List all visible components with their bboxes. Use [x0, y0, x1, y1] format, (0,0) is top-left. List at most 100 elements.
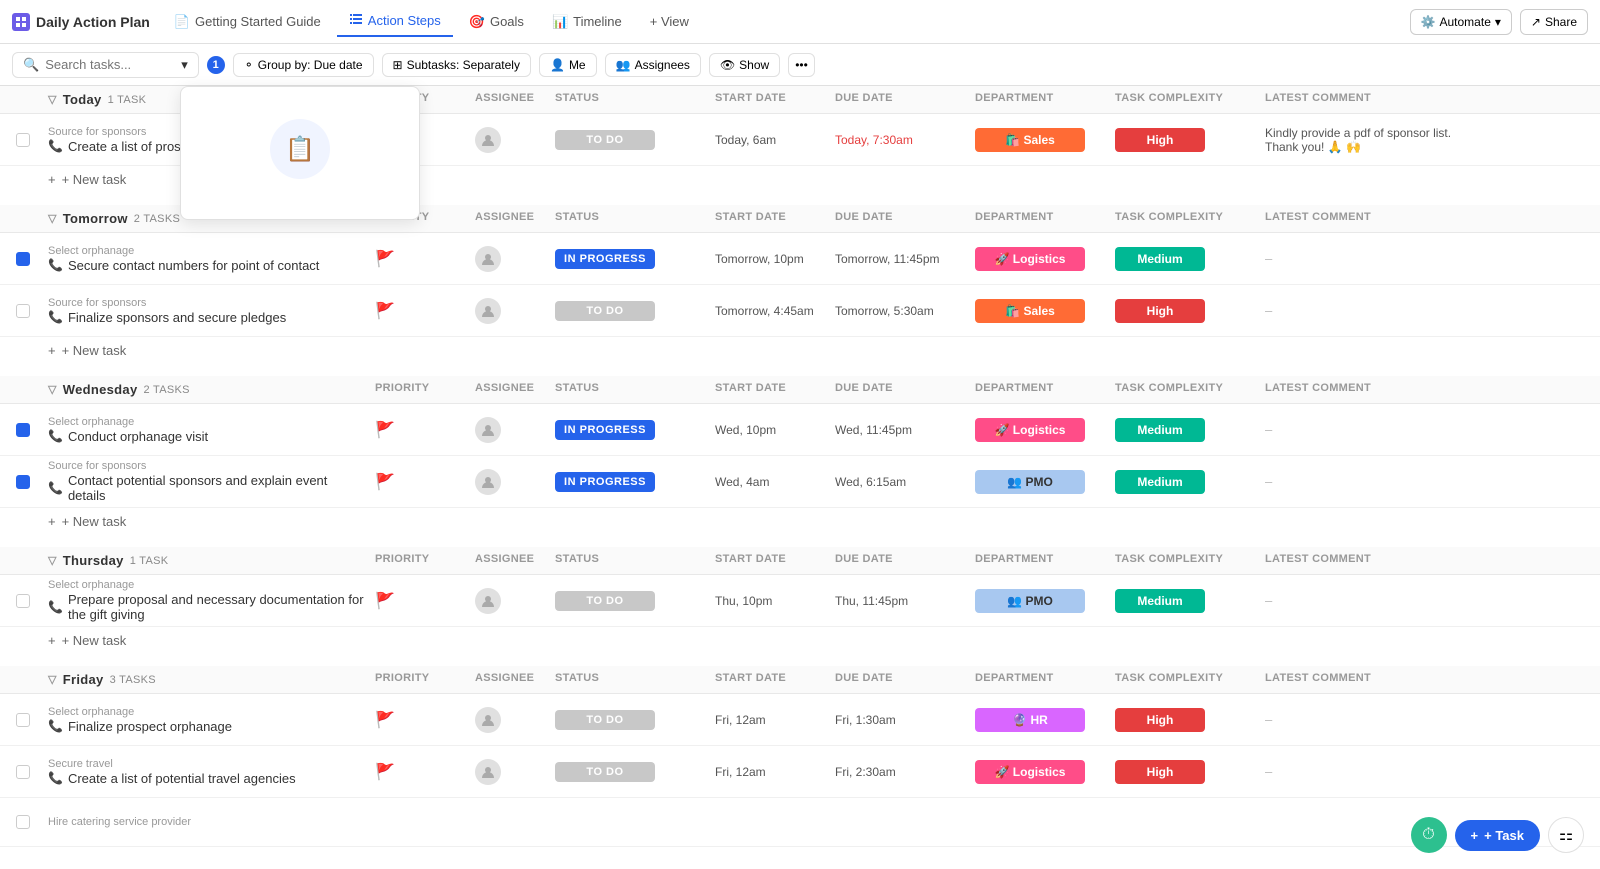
checkbox-cell[interactable]	[12, 711, 44, 729]
tab-action-steps[interactable]: Action Steps	[337, 6, 453, 37]
task-checkbox[interactable]	[16, 713, 30, 727]
checkbox-cell[interactable]	[12, 302, 44, 320]
checkbox-cell[interactable]	[12, 250, 44, 268]
tab-getting-started[interactable]: 📄 Getting Started Guide	[162, 8, 333, 36]
automate-button[interactable]: ⚙️ Automate ▾	[1410, 9, 1512, 35]
collapse-icon[interactable]: ▽	[48, 93, 57, 106]
timer-button[interactable]: ⏱	[1411, 817, 1447, 853]
priority-flag-icon[interactable]: 🚩	[375, 249, 395, 269]
task-name[interactable]: 📞 Secure contact numbers for point of co…	[48, 258, 367, 273]
status-cell[interactable]: TO DO	[551, 760, 711, 784]
complexity-badge[interactable]: Medium	[1115, 470, 1205, 494]
status-badge[interactable]: TO DO	[555, 130, 655, 150]
task-checkbox[interactable]	[16, 423, 30, 437]
task-name[interactable]: 📞 Prepare proposal and necessary documen…	[48, 592, 367, 622]
complexity-badge[interactable]: High	[1115, 299, 1205, 323]
complexity-badge[interactable]: High	[1115, 128, 1205, 152]
status-badge[interactable]: IN PROGRESS	[555, 472, 655, 492]
department-badge[interactable]: 🚀 Logistics	[975, 247, 1085, 271]
task-checkbox[interactable]	[16, 815, 30, 829]
status-cell[interactable]: IN PROGRESS	[551, 247, 711, 271]
task-name[interactable]: 📞 Conduct orphanage visit	[48, 429, 367, 444]
collapse-icon[interactable]: ▽	[48, 673, 57, 686]
checkbox-cell[interactable]	[12, 473, 44, 491]
apps-button[interactable]: ⚏	[1548, 817, 1584, 853]
tab-add-view[interactable]: + View	[638, 8, 701, 35]
complexity-badge[interactable]: High	[1115, 708, 1205, 732]
complexity-badge[interactable]: Medium	[1115, 589, 1205, 613]
more-options-button[interactable]: •••	[788, 53, 815, 77]
collapse-icon[interactable]: ▽	[48, 554, 57, 567]
status-cell[interactable]: TO DO	[551, 708, 711, 732]
avatar[interactable]	[475, 298, 501, 324]
me-button[interactable]: 👤 Me	[539, 53, 597, 77]
filter-count-badge[interactable]: 1	[207, 56, 225, 74]
complexity-badge[interactable]: High	[1115, 760, 1205, 784]
subtasks-button[interactable]: ⊞ Subtasks: Separately	[382, 53, 531, 77]
tab-goals[interactable]: 🎯 Goals	[457, 8, 536, 36]
show-button[interactable]: 👁 Show	[709, 53, 780, 77]
status-badge[interactable]: TO DO	[555, 762, 655, 782]
status-cell[interactable]: IN PROGRESS	[551, 418, 711, 442]
add-task-tomorrow[interactable]: + + New task	[0, 337, 1600, 368]
share-button[interactable]: ↗ Share	[1520, 9, 1588, 35]
department-badge[interactable]: 🚀 Logistics	[975, 418, 1085, 442]
department-badge[interactable]: 👥 PMO	[975, 470, 1085, 494]
department-badge[interactable]: 🚀 Logistics	[975, 760, 1085, 784]
chevron-down-icon[interactable]: ▾	[181, 57, 188, 73]
task-checkbox[interactable]	[16, 133, 30, 147]
avatar[interactable]	[475, 469, 501, 495]
avatar[interactable]	[475, 246, 501, 272]
tab-timeline[interactable]: 📊 Timeline	[540, 8, 634, 36]
checkbox-cell[interactable]	[12, 763, 44, 781]
task-checkbox[interactable]	[16, 594, 30, 608]
add-task-wednesday[interactable]: + + New task	[0, 508, 1600, 539]
priority-flag-icon[interactable]: 🚩	[375, 591, 395, 611]
checkbox-cell[interactable]	[12, 813, 44, 831]
collapse-icon[interactable]: ▽	[48, 383, 57, 396]
add-task-button[interactable]: + + Task	[1455, 820, 1540, 851]
checkbox-cell[interactable]	[12, 421, 44, 439]
task-name[interactable]: 📞 Finalize sponsors and secure pledges	[48, 310, 367, 325]
search-box[interactable]: 🔍 ▾	[12, 52, 199, 78]
avatar[interactable]	[475, 127, 501, 153]
status-badge[interactable]: TO DO	[555, 591, 655, 611]
department-badge[interactable]: 🛍️ Sales	[975, 128, 1085, 152]
avatar[interactable]	[475, 588, 501, 614]
complexity-badge[interactable]: Medium	[1115, 418, 1205, 442]
status-badge[interactable]: TO DO	[555, 301, 655, 321]
avatar[interactable]	[475, 759, 501, 785]
avatar[interactable]	[475, 417, 501, 443]
complexity-badge[interactable]: Medium	[1115, 247, 1205, 271]
status-badge[interactable]: IN PROGRESS	[555, 249, 655, 269]
collapse-icon[interactable]: ▽	[48, 212, 57, 225]
task-checkbox-cell[interactable]	[12, 131, 44, 149]
task-checkbox[interactable]	[16, 304, 30, 318]
department-badge[interactable]: 🔮 HR	[975, 708, 1085, 732]
checkbox-cell[interactable]	[12, 592, 44, 610]
priority-flag-icon[interactable]: 🚩	[375, 420, 395, 440]
priority-flag-icon[interactable]: 🚩	[375, 762, 395, 782]
search-input[interactable]	[45, 57, 175, 72]
priority-flag-icon[interactable]: 🚩	[375, 472, 395, 492]
task-name[interactable]: 📞 Finalize prospect orphanage	[48, 719, 367, 734]
status-badge[interactable]: TO DO	[555, 710, 655, 730]
department-badge[interactable]: 👥 PMO	[975, 589, 1085, 613]
group-by-button[interactable]: ⚬ Group by: Due date	[233, 53, 374, 77]
status-cell[interactable]: TO DO	[551, 128, 711, 152]
add-task-thursday[interactable]: + + New task	[0, 627, 1600, 658]
assignees-button[interactable]: 👥 Assignees	[605, 53, 701, 77]
task-checkbox[interactable]	[16, 252, 30, 266]
status-badge[interactable]: IN PROGRESS	[555, 420, 655, 440]
status-cell[interactable]: IN PROGRESS	[551, 470, 711, 494]
avatar[interactable]	[475, 707, 501, 733]
status-cell[interactable]: TO DO	[551, 299, 711, 323]
status-cell[interactable]: TO DO	[551, 589, 711, 613]
task-checkbox[interactable]	[16, 765, 30, 779]
task-checkbox[interactable]	[16, 475, 30, 489]
department-badge[interactable]: 🛍️ Sales	[975, 299, 1085, 323]
priority-flag-icon[interactable]: 🚩	[375, 301, 395, 321]
task-name[interactable]: 📞 Create a list of potential travel agen…	[48, 771, 367, 786]
task-name[interactable]: 📞 Contact potential sponsors and explain…	[48, 473, 367, 503]
priority-flag-icon[interactable]: 🚩	[375, 710, 395, 730]
